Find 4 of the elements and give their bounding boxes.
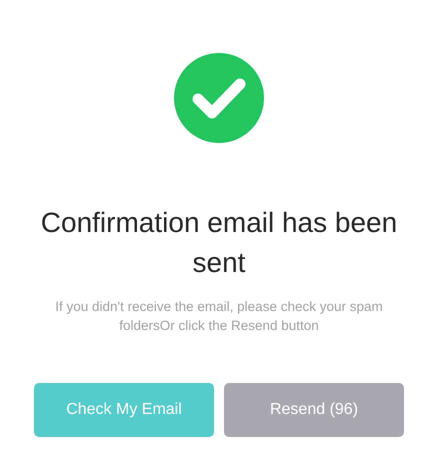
check-email-button[interactable]: Check My Email <box>34 383 214 437</box>
confirmation-title: Confirmation email has been sent <box>40 206 398 280</box>
success-check-icon <box>174 53 264 143</box>
instruction-text: If you didn't receive the email, please check your spam foldersOr click the Resend button <box>54 298 384 335</box>
